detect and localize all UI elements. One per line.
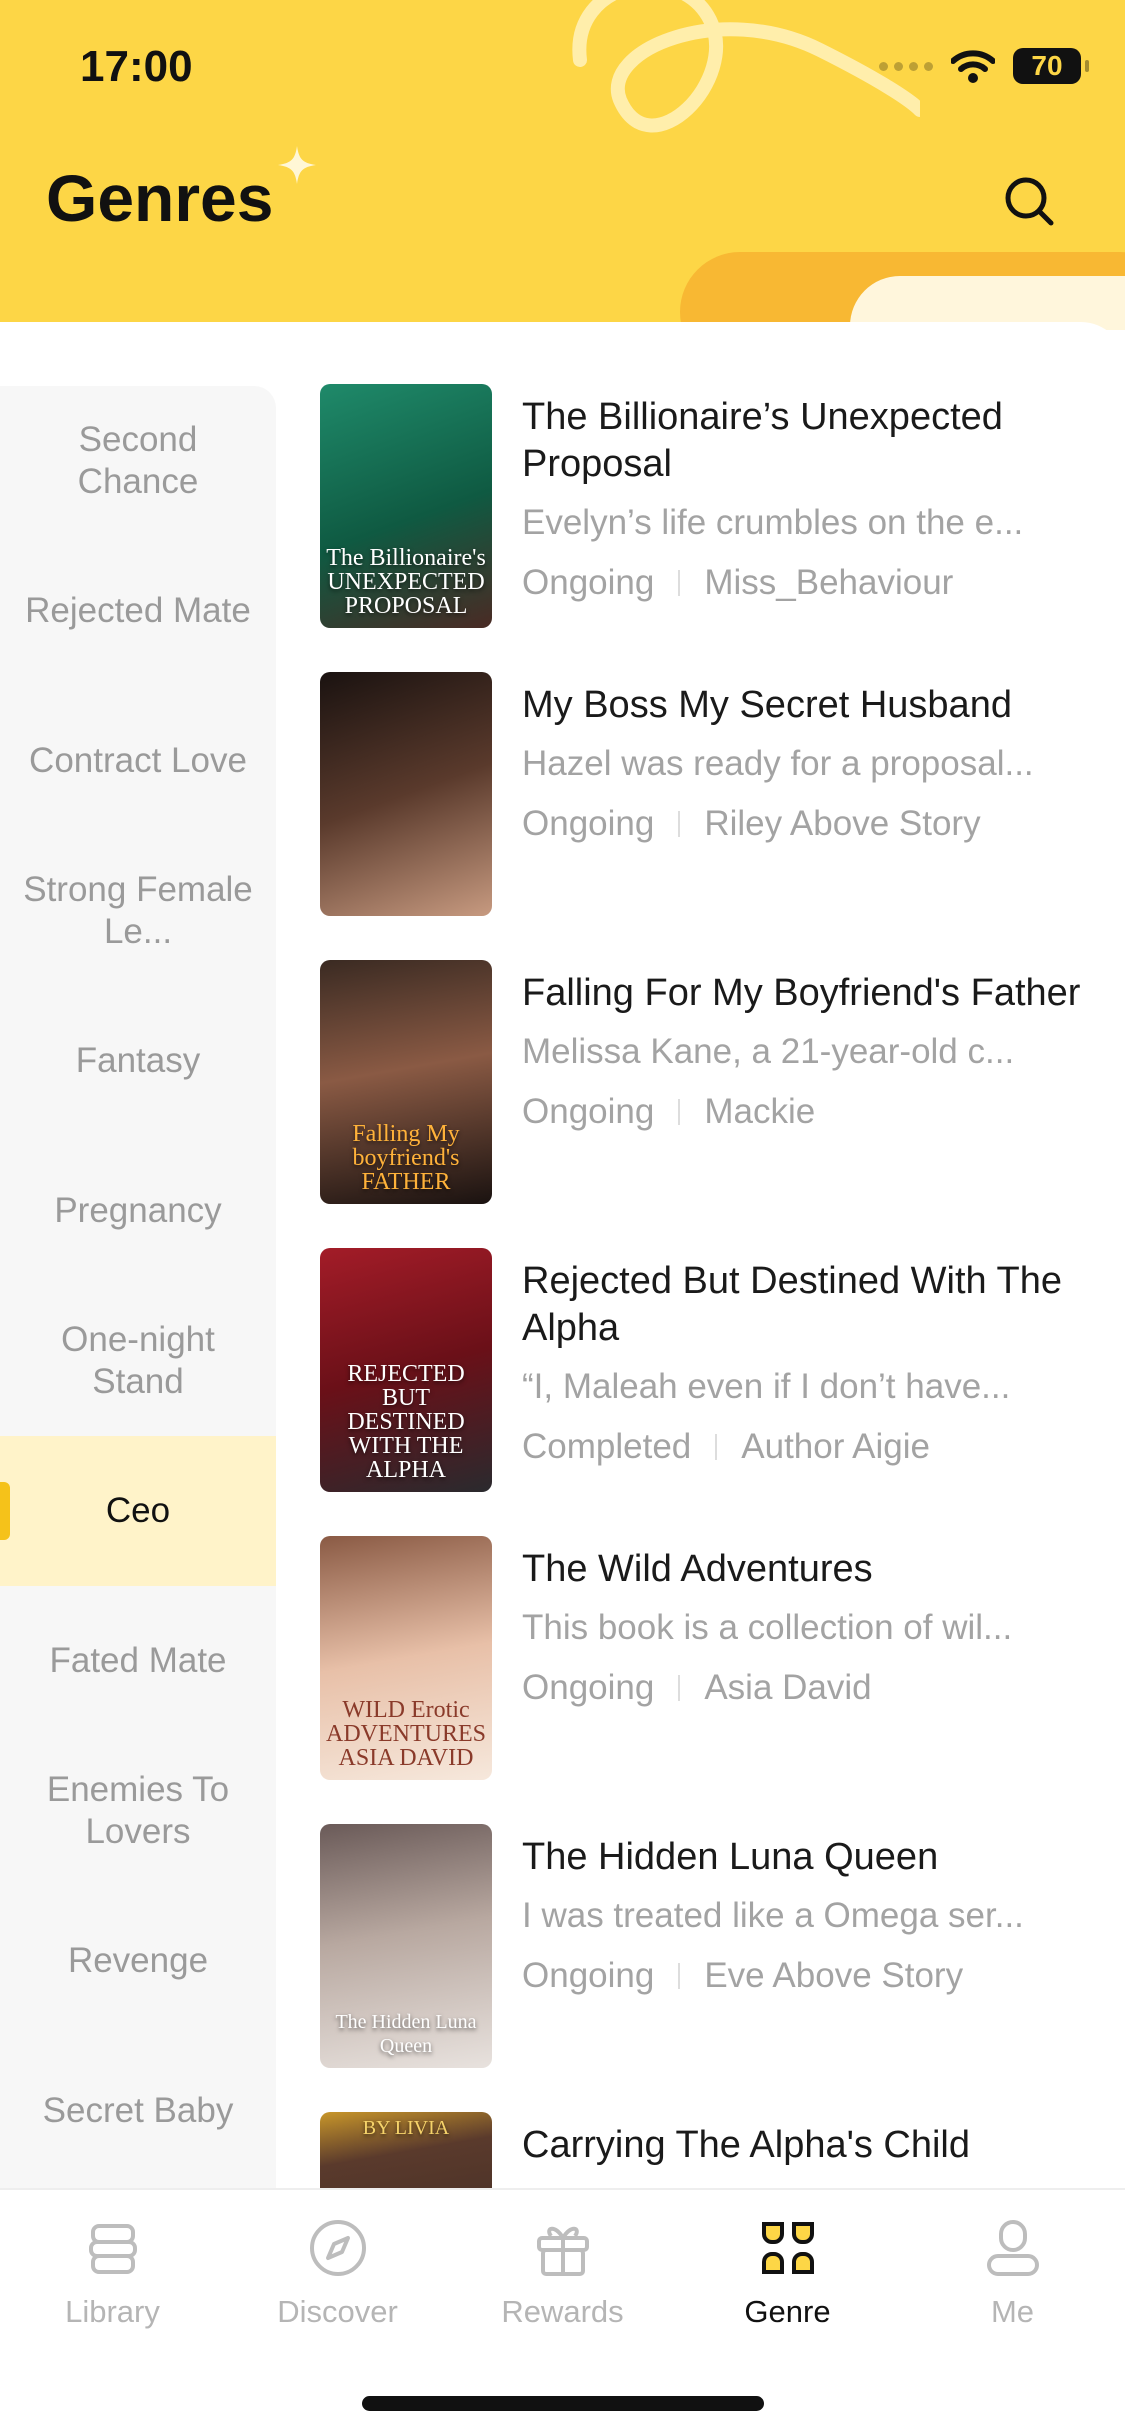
home-indicator[interactable] [362, 2396, 764, 2411]
genre-sidebar[interactable]: Second Chance Rejected Mate Contract Lov… [0, 386, 276, 2188]
signal-icon [879, 61, 933, 71]
book-author: Mackie [704, 1092, 816, 1131]
book-card[interactable]: The Billionaire's UNEXPECTED PROPOSAL Th… [320, 384, 1080, 629]
book-status: Ongoing [522, 1668, 655, 1707]
book-author: Eve Above Story [704, 1956, 964, 1995]
battery-icon: 70 [1013, 48, 1089, 84]
book-author: Asia David [704, 1668, 872, 1707]
meta-divider [678, 811, 681, 837]
book-card[interactable]: BY LIVIA Carrying The Alpha's Child [320, 2112, 1080, 2188]
book-status: Ongoing [522, 804, 655, 843]
book-cover-text: Falling My boyfriend's FATHER [352, 1121, 460, 1195]
book-cover[interactable]: BY LIVIA [320, 2112, 492, 2188]
book-description: Melissa Kane, a 21-year-old c... [522, 1032, 1015, 1071]
book-author: Miss_Behaviour [704, 563, 954, 602]
genre-item-fantasy[interactable]: Fantasy [0, 986, 276, 1136]
nav-rewards[interactable]: Rewards [450, 2216, 675, 2346]
content-area: Second Chance Rejected Mate Contract Lov… [0, 322, 1125, 2188]
book-status: Ongoing [522, 1956, 655, 1995]
book-card[interactable]: WILD Erotic ADVENTURES ASIA DAVID The Wi… [320, 1536, 1080, 1781]
wifi-icon [951, 50, 995, 83]
book-description: Hazel was ready for a proposal... [522, 744, 1034, 783]
book-author: Riley Above Story [704, 804, 981, 843]
nav-label: Rewards [501, 2294, 624, 2329]
nav-label: Library [65, 2294, 160, 2329]
genre-item-pregnancy[interactable]: Pregnancy [0, 1136, 276, 1286]
nav-label: Me [990, 2294, 1035, 2329]
book-title[interactable]: My Boss My Secret Husband [522, 682, 1082, 729]
swirl-decoration-icon [572, 0, 920, 133]
book-card[interactable]: My Boss My Secret Husband Hazel was read… [320, 672, 1080, 917]
book-cover[interactable]: The Hidden Luna Queen [320, 1824, 492, 2068]
status-icons: 70 [879, 48, 1089, 84]
genre-grid-icon [756, 2216, 820, 2280]
book-card[interactable]: The Hidden Luna Queen The Hidden Luna Qu… [320, 1824, 1080, 2069]
genre-item-rejected-mate[interactable]: Rejected Mate [0, 536, 276, 686]
sparkle-icon [278, 146, 316, 184]
book-card[interactable]: Falling My boyfriend's FATHER Falling Fo… [320, 960, 1080, 1205]
book-status: Completed [522, 1427, 692, 1466]
genre-item-revenge[interactable]: Revenge [0, 1886, 276, 2036]
book-author: Author Aigie [741, 1427, 931, 1466]
status-time: 17:00 [80, 42, 193, 91]
genre-item-fated-mate[interactable]: Fated Mate [0, 1586, 276, 1736]
book-cover-text: The Billionaire's UNEXPECTED PROPOSAL [326, 545, 486, 619]
nav-label: Discover [277, 2294, 398, 2329]
book-cover-text: BY LIVIA [362, 2117, 450, 2139]
nav-genre[interactable]: Genre [675, 2216, 900, 2346]
genre-item-contract-love[interactable]: Contract Love [0, 686, 276, 836]
book-status: Ongoing [522, 563, 655, 602]
gift-icon [531, 2216, 595, 2280]
book-cover-text: The Hidden Luna Queen [335, 2011, 477, 2057]
compass-icon [306, 2216, 370, 2280]
meta-divider [678, 1963, 681, 1989]
book-description: This book is a collection of wil... [522, 1608, 1013, 1647]
header: 17:00 70 Genres [0, 0, 1125, 330]
book-title[interactable]: The Billionaire’s Unexpected Proposal [522, 394, 1082, 488]
genre-item-ceo[interactable]: Ceo [0, 1436, 276, 1586]
book-title[interactable]: Falling For My Boyfriend's Father [522, 970, 1082, 1017]
search-icon [1005, 177, 1054, 226]
genre-item-strong-female-lead[interactable]: Strong Female Le... [0, 836, 276, 986]
page-title: Genres [46, 161, 274, 235]
genre-item-secret-baby[interactable]: Secret Baby [0, 2036, 276, 2186]
book-status: Ongoing [522, 1092, 655, 1131]
genre-item-one-night-stand[interactable]: One-night Stand [0, 1286, 276, 1436]
book-cover[interactable]: REJECTED BUT DESTINED WITH THE ALPHA [320, 1248, 492, 1492]
book-cover[interactable]: The Billionaire's UNEXPECTED PROPOSAL [320, 384, 492, 628]
book-title[interactable]: The Hidden Luna Queen [522, 1834, 1082, 1881]
book-cover-text: REJECTED BUT DESTINED WITH THE ALPHA [347, 1361, 465, 1483]
book-cover-text: WILD Erotic ADVENTURES ASIA DAVID [326, 1697, 486, 1771]
book-description: I was treated like a Omega ser... [522, 1896, 1024, 1935]
book-title[interactable]: Carrying The Alpha's Child [522, 2122, 1082, 2169]
book-card[interactable]: REJECTED BUT DESTINED WITH THE ALPHA Rej… [320, 1248, 1080, 1493]
profile-icon [981, 2216, 1045, 2280]
book-description: Evelyn’s life crumbles on the e... [522, 503, 1024, 542]
book-title[interactable]: The Wild Adventures [522, 1546, 1082, 1593]
book-description: “I, Maleah even if I don’t have... [522, 1367, 1011, 1406]
nav-discover[interactable]: Discover [225, 2216, 450, 2346]
meta-divider [678, 1099, 681, 1125]
book-cover[interactable]: Falling My boyfriend's FATHER [320, 960, 492, 1204]
book-cover[interactable] [320, 672, 492, 916]
meta-divider [678, 570, 681, 596]
genre-item-second-chance[interactable]: Second Chance [0, 386, 276, 536]
book-cover[interactable]: WILD Erotic ADVENTURES ASIA DAVID [320, 1536, 492, 1780]
genre-item-enemies-to-lovers[interactable]: Enemies To Lovers [0, 1736, 276, 1886]
library-icon [81, 2216, 145, 2280]
nav-label: Genre [744, 2294, 831, 2329]
meta-divider [715, 1434, 718, 1460]
meta-divider [678, 1675, 681, 1701]
search-button[interactable] [996, 168, 1062, 234]
nav-me[interactable]: Me [900, 2216, 1125, 2346]
nav-library[interactable]: Library [0, 2216, 225, 2346]
book-title[interactable]: Rejected But Destined With The Alpha [522, 1258, 1082, 1352]
